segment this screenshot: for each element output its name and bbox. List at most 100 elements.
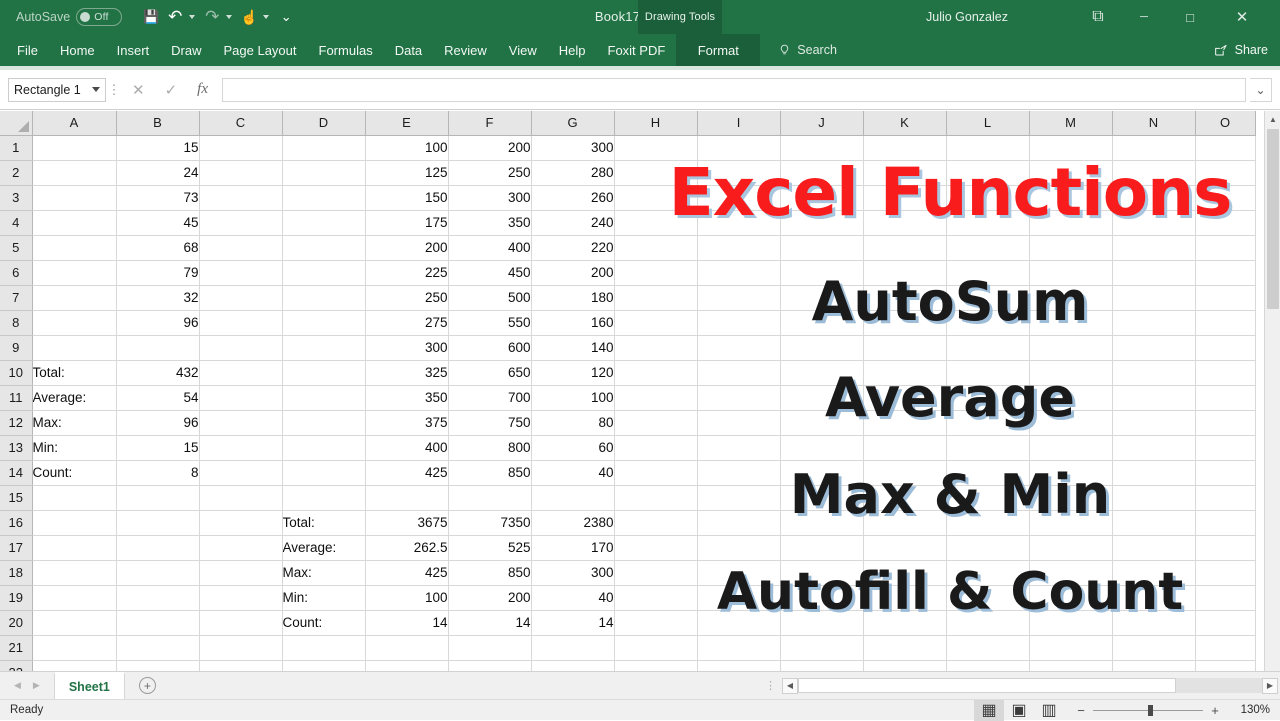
tab-review[interactable]: Review (433, 34, 498, 66)
redo-dropdown-icon[interactable] (226, 15, 232, 19)
undo-dropdown-icon[interactable] (189, 15, 195, 19)
cell-B3[interactable]: 73 (116, 185, 199, 210)
cell-E7[interactable]: 250 (365, 285, 448, 310)
cell-J22[interactable] (780, 660, 863, 671)
cell-N21[interactable] (1112, 635, 1195, 660)
cell-M10[interactable] (1029, 360, 1112, 385)
cell-F19[interactable]: 200 (448, 585, 531, 610)
cell-I16[interactable] (697, 510, 780, 535)
redo-icon[interactable]: ↷ (201, 4, 223, 30)
cell-H20[interactable] (614, 610, 697, 635)
cell-G15[interactable] (531, 485, 614, 510)
cell-C13[interactable] (199, 435, 282, 460)
sheet-tab-sheet1[interactable]: Sheet1 (54, 672, 125, 699)
cell-K15[interactable] (863, 485, 946, 510)
cell-N11[interactable] (1112, 385, 1195, 410)
cell-A18[interactable] (32, 560, 116, 585)
cell-N1[interactable] (1112, 135, 1195, 160)
cell-D12[interactable] (282, 410, 365, 435)
cell-F17[interactable]: 525 (448, 535, 531, 560)
row-header-10[interactable]: 10 (0, 360, 32, 385)
cell-O3[interactable] (1195, 185, 1255, 210)
cell-H5[interactable] (614, 235, 697, 260)
cell-E5[interactable]: 200 (365, 235, 448, 260)
cell-J14[interactable] (780, 460, 863, 485)
cell-F3[interactable]: 300 (448, 185, 531, 210)
cell-K10[interactable] (863, 360, 946, 385)
cell-N15[interactable] (1112, 485, 1195, 510)
cell-B9[interactable] (116, 335, 199, 360)
cell-H10[interactable] (614, 360, 697, 385)
cell-C19[interactable] (199, 585, 282, 610)
cell-I17[interactable] (697, 535, 780, 560)
cell-I10[interactable] (697, 360, 780, 385)
cell-G4[interactable]: 240 (531, 210, 614, 235)
cell-F1[interactable]: 200 (448, 135, 531, 160)
cell-A7[interactable] (32, 285, 116, 310)
cell-O12[interactable] (1195, 410, 1255, 435)
cell-H12[interactable] (614, 410, 697, 435)
cell-G17[interactable]: 170 (531, 535, 614, 560)
cell-C18[interactable] (199, 560, 282, 585)
cell-G8[interactable]: 160 (531, 310, 614, 335)
add-sheet-icon[interactable]: + (139, 677, 156, 694)
cell-A14[interactable]: Count: (32, 460, 116, 485)
cell-M22[interactable] (1029, 660, 1112, 671)
row-header-1[interactable]: 1 (0, 135, 32, 160)
cell-C3[interactable] (199, 185, 282, 210)
cell-G12[interactable]: 80 (531, 410, 614, 435)
cell-C11[interactable] (199, 385, 282, 410)
cell-E20[interactable]: 14 (365, 610, 448, 635)
cell-E8[interactable]: 275 (365, 310, 448, 335)
cell-L22[interactable] (946, 660, 1029, 671)
cell-E13[interactable]: 400 (365, 435, 448, 460)
cell-C1[interactable] (199, 135, 282, 160)
cell-K17[interactable] (863, 535, 946, 560)
cell-C2[interactable] (199, 160, 282, 185)
cell-N9[interactable] (1112, 335, 1195, 360)
cell-J19[interactable] (780, 585, 863, 610)
cell-K7[interactable] (863, 285, 946, 310)
cell-I8[interactable] (697, 310, 780, 335)
cell-A17[interactable] (32, 535, 116, 560)
cell-E2[interactable]: 125 (365, 160, 448, 185)
ribbon-display-options-button[interactable]: ⧉ (1076, 0, 1120, 34)
cell-M2[interactable] (1029, 160, 1112, 185)
cell-L12[interactable] (946, 410, 1029, 435)
cell-G7[interactable]: 180 (531, 285, 614, 310)
cancel-formula-icon[interactable]: ✕ (132, 81, 145, 99)
cell-M11[interactable] (1029, 385, 1112, 410)
cell-O20[interactable] (1195, 610, 1255, 635)
cell-L2[interactable] (946, 160, 1029, 185)
cell-K5[interactable] (863, 235, 946, 260)
column-header-b[interactable]: B (116, 111, 199, 135)
horizontal-scroll-thumb[interactable] (798, 678, 1176, 693)
column-header-e[interactable]: E (365, 111, 448, 135)
cell-D1[interactable] (282, 135, 365, 160)
cell-F12[interactable]: 750 (448, 410, 531, 435)
cell-C6[interactable] (199, 260, 282, 285)
cell-K11[interactable] (863, 385, 946, 410)
cell-M15[interactable] (1029, 485, 1112, 510)
cell-J12[interactable] (780, 410, 863, 435)
close-button[interactable]: ✕ (1220, 0, 1264, 34)
cell-B11[interactable]: 54 (116, 385, 199, 410)
cell-J17[interactable] (780, 535, 863, 560)
cell-L5[interactable] (946, 235, 1029, 260)
row-header-5[interactable]: 5 (0, 235, 32, 260)
next-sheet-icon[interactable]: ▶ (33, 680, 40, 691)
cell-A4[interactable] (32, 210, 116, 235)
cell-B14[interactable]: 8 (116, 460, 199, 485)
cell-I9[interactable] (697, 335, 780, 360)
cell-E22[interactable] (365, 660, 448, 671)
cell-A6[interactable] (32, 260, 116, 285)
minimize-button[interactable]: ─ (1122, 0, 1166, 34)
cell-O7[interactable] (1195, 285, 1255, 310)
cell-F16[interactable]: 7350 (448, 510, 531, 535)
column-header-n[interactable]: N (1112, 111, 1195, 135)
name-box[interactable]: Rectangle 1 (8, 78, 106, 102)
cell-M4[interactable] (1029, 210, 1112, 235)
cell-N4[interactable] (1112, 210, 1195, 235)
cell-H21[interactable] (614, 635, 697, 660)
cell-N8[interactable] (1112, 310, 1195, 335)
